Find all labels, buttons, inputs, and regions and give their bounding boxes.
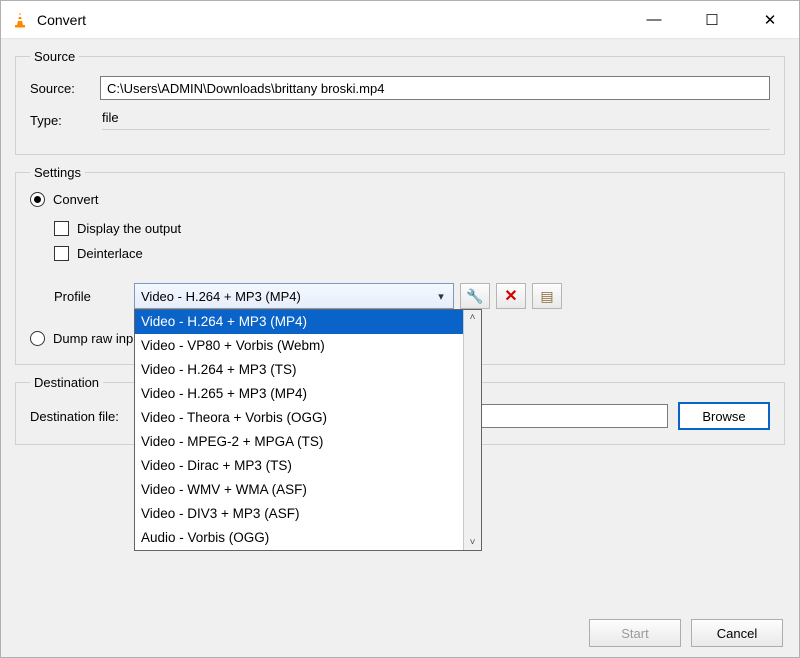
scroll-down-icon: ˅ <box>470 537 476 548</box>
wrench-icon: 🔧 <box>466 288 483 305</box>
new-list-icon: ▤ <box>540 288 553 305</box>
deinterlace-checkbox[interactable] <box>54 246 69 261</box>
profile-option[interactable]: Video - WMV + WMA (ASF) <box>135 478 463 502</box>
deinterlace-row[interactable]: Deinterlace <box>54 246 770 261</box>
profile-option[interactable]: Video - H.264 + MP3 (MP4) <box>135 310 463 334</box>
vlc-cone-icon <box>11 11 29 29</box>
scroll-up-icon: ˄ <box>470 312 476 323</box>
profile-row: Profile Video - H.264 + MP3 (MP4) ▾ Vide… <box>30 283 770 309</box>
profile-selected-text: Video - H.264 + MP3 (MP4) <box>141 289 433 304</box>
maximize-button[interactable]: ☐ <box>683 1 741 39</box>
profile-option[interactable]: Video - MPEG-2 + MPGA (TS) <box>135 430 463 454</box>
profile-dropdown: Video - H.264 + MP3 (MP4)Video - VP80 + … <box>134 309 482 551</box>
settings-legend: Settings <box>30 165 85 180</box>
destination-legend: Destination <box>30 375 103 390</box>
delete-icon: ✕ <box>504 286 517 306</box>
deinterlace-label: Deinterlace <box>77 246 143 261</box>
close-icon: ✕ <box>764 11 777 29</box>
cancel-button[interactable]: Cancel <box>691 619 783 647</box>
profile-dropdown-list[interactable]: Video - H.264 + MP3 (MP4)Video - VP80 + … <box>135 310 463 550</box>
window-title: Convert <box>37 12 86 28</box>
convert-radio-label: Convert <box>53 192 99 207</box>
profile-combobox[interactable]: Video - H.264 + MP3 (MP4) ▾ <box>134 283 454 309</box>
profile-option[interactable]: Video - H.265 + MP3 (MP4) <box>135 382 463 406</box>
client-area: Source Source: Type: file Settings Conve… <box>1 39 799 657</box>
minimize-button[interactable]: — <box>625 1 683 39</box>
source-label: Source: <box>30 81 90 96</box>
profile-combo-wrap: Video - H.264 + MP3 (MP4) ▾ Video - H.26… <box>134 283 454 309</box>
chevron-down-icon: ▾ <box>433 290 449 303</box>
delete-profile-button[interactable]: ✕ <box>496 283 526 309</box>
source-path-input[interactable] <box>100 76 770 100</box>
destination-label: Destination file: <box>30 409 140 424</box>
display-output-row[interactable]: Display the output <box>54 221 770 236</box>
profile-option[interactable]: Video - DIV3 + MP3 (ASF) <box>135 502 463 526</box>
type-value: file <box>102 110 770 130</box>
profile-option[interactable]: Video - Dirac + MP3 (TS) <box>135 454 463 478</box>
maximize-icon: ☐ <box>705 11 718 29</box>
display-output-checkbox[interactable] <box>54 221 69 236</box>
source-legend: Source <box>30 49 79 64</box>
dialog-footer: Start Cancel <box>589 619 783 647</box>
source-group: Source Source: Type: file <box>15 49 785 155</box>
browse-button[interactable]: Browse <box>678 402 770 430</box>
type-label: Type: <box>30 113 90 128</box>
convert-dialog: Convert — ☐ ✕ Source Source: Type: file … <box>0 0 800 658</box>
minimize-icon: — <box>647 11 662 28</box>
convert-radio-row[interactable]: Convert <box>30 192 770 207</box>
edit-profile-button[interactable]: 🔧 <box>460 283 490 309</box>
settings-group: Settings Convert Display the output Dein… <box>15 165 785 365</box>
profile-option[interactable]: Video - H.264 + MP3 (TS) <box>135 358 463 382</box>
dump-raw-label: Dump raw input <box>53 331 144 346</box>
dropdown-scrollbar[interactable]: ˄ ˅ <box>463 310 481 550</box>
display-output-label: Display the output <box>77 221 181 236</box>
close-button[interactable]: ✕ <box>741 1 799 39</box>
profile-option[interactable]: Video - Theora + Vorbis (OGG) <box>135 406 463 430</box>
titlebar: Convert — ☐ ✕ <box>1 1 799 39</box>
profile-option[interactable]: Audio - Vorbis (OGG) <box>135 526 463 550</box>
dump-raw-radio[interactable] <box>30 331 45 346</box>
profile-option[interactable]: Video - VP80 + Vorbis (Webm) <box>135 334 463 358</box>
new-profile-button[interactable]: ▤ <box>532 283 562 309</box>
convert-radio[interactable] <box>30 192 45 207</box>
start-button[interactable]: Start <box>589 619 681 647</box>
profile-label: Profile <box>54 289 134 304</box>
